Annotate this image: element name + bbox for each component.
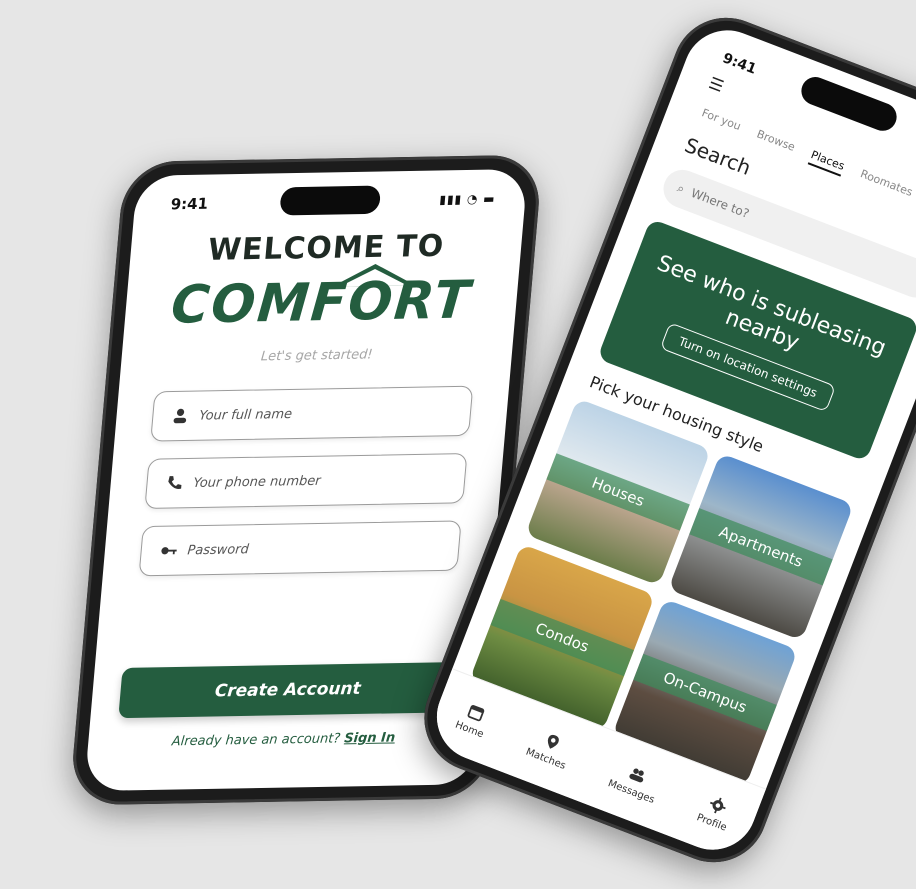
search-icon: ⌕ <box>675 180 687 196</box>
status-icons: ▮▮▮ ◔ ▬ <box>438 191 497 207</box>
full-name-field[interactable]: Your full name <box>150 385 474 442</box>
nav-label: Matches <box>524 746 568 772</box>
dynamic-island <box>279 185 382 216</box>
person-icon <box>173 408 187 424</box>
tile-label: Houses <box>546 453 690 531</box>
tile-label: Condos <box>490 598 634 677</box>
nav-label: Messages <box>606 777 657 806</box>
tile-label: On-Campus <box>633 653 777 732</box>
phone-placeholder: Your phone number <box>192 473 322 491</box>
nav-home[interactable]: Home <box>454 698 493 740</box>
nav-messages[interactable]: Messages <box>606 757 664 805</box>
password-placeholder: Password <box>186 541 250 558</box>
tagline: Let's get started! <box>260 347 374 365</box>
signin-prompt: Already have an account? <box>171 731 341 750</box>
password-field[interactable]: Password <box>138 520 462 577</box>
phone-field[interactable]: Your phone number <box>144 453 468 509</box>
search-placeholder: Where to? <box>689 185 752 221</box>
tab-browse[interactable]: Browse <box>753 127 797 157</box>
status-time: 9:41 <box>169 194 209 214</box>
signin-link[interactable]: Sign In <box>344 730 396 746</box>
calendar-icon <box>467 704 485 721</box>
full-name-placeholder: Your full name <box>198 406 293 424</box>
app-logo: COMFORT <box>168 270 474 336</box>
gear-icon <box>710 797 727 814</box>
key-icon <box>161 547 177 555</box>
welcome-heading: WELCOME TO <box>206 228 446 268</box>
tab-for-you[interactable]: For you <box>698 106 743 137</box>
tile-label: Apartments <box>689 508 833 586</box>
tab-places[interactable]: Places <box>807 148 847 177</box>
phone-icon <box>168 476 182 489</box>
create-account-button[interactable]: Create Account <box>118 662 458 719</box>
tab-roommates[interactable]: Roomates <box>857 167 915 203</box>
location-pin-icon <box>547 734 559 749</box>
people-icon <box>629 768 645 782</box>
hamburger-menu-icon[interactable]: ☰ <box>706 73 726 96</box>
nav-profile[interactable]: Profile <box>695 791 736 833</box>
nav-matches[interactable]: Matches <box>524 726 575 772</box>
status-time: 9:41 <box>720 50 759 78</box>
